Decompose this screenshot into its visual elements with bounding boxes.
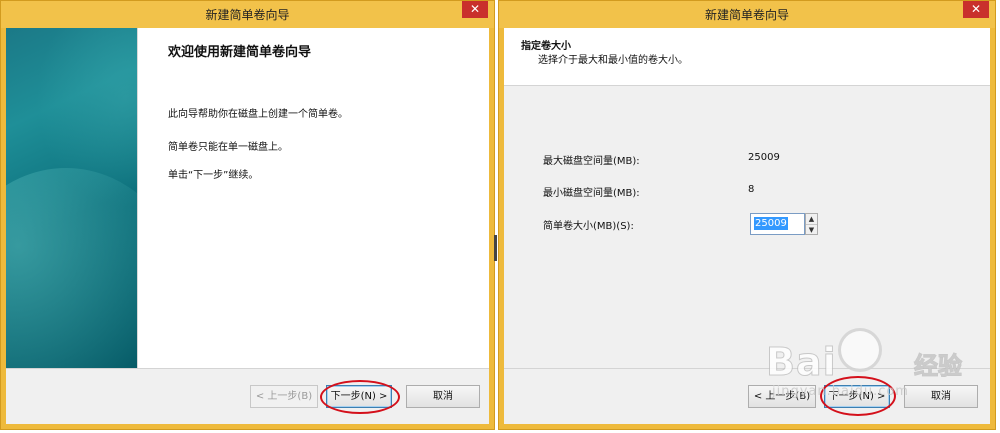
splitter-handle — [494, 235, 497, 261]
title-bar[interactable]: 新建简单卷向导 ✕ — [1, 1, 494, 28]
next-button[interactable]: 下一步(N) > — [824, 385, 890, 408]
window-title: 新建简单卷向导 — [205, 8, 290, 22]
single-disk-note: 简单卷只能在单一磁盘上。 — [168, 142, 288, 153]
volume-size-label: 简单卷大小(MB)(S): — [543, 221, 634, 232]
footer-divider — [6, 368, 489, 369]
volume-size-wizard-window: 新建简单卷向导 ✕ 指定卷大小 选择介于最大和最小值的卷大小。 最大磁盘空间量(… — [498, 0, 996, 430]
close-button[interactable]: ✕ — [963, 1, 989, 18]
welcome-pane: 欢迎使用新建简单卷向导 此向导帮助你在磁盘上创建一个简单卷。 简单卷只能在单一磁… — [137, 28, 489, 368]
window-title: 新建简单卷向导 — [704, 8, 789, 22]
max-space-label: 最大磁盘空间量(MB): — [543, 156, 640, 167]
continue-hint: 单击“下一步”继续。 — [168, 170, 259, 181]
cancel-button[interactable]: 取消 — [904, 385, 978, 408]
volume-size-stepper[interactable]: ▲ ▼ — [805, 213, 818, 235]
intro-text: 此向导帮助你在磁盘上创建一个简单卷。 — [168, 109, 348, 120]
wizard-client-area: 欢迎使用新建简单卷向导 此向导帮助你在磁盘上创建一个简单卷。 简单卷只能在单一磁… — [6, 28, 489, 424]
max-space-value: 25009 — [748, 152, 780, 163]
stepper-up-icon[interactable]: ▲ — [806, 214, 817, 224]
welcome-title: 欢迎使用新建简单卷向导 — [168, 45, 312, 60]
min-space-value: 8 — [748, 184, 755, 195]
min-space-label: 最小磁盘空间量(MB): — [543, 188, 640, 199]
wizard-header: 指定卷大小 选择介于最大和最小值的卷大小。 — [504, 28, 990, 86]
volume-size-input[interactable]: 25009 — [750, 213, 805, 235]
wizard-client-area: 指定卷大小 选择介于最大和最小值的卷大小。 最大磁盘空间量(MB): 25009… — [504, 28, 990, 424]
back-button[interactable]: < 上一步(B) — [250, 385, 318, 408]
footer-divider — [504, 368, 990, 369]
screenshot-stage: 新建简单卷向导 ✕ 欢迎使用新建简单卷向导 此向导帮助你在磁盘上创建一个简单卷。… — [0, 0, 1000, 433]
cancel-button[interactable]: 取消 — [406, 385, 480, 408]
page-title: 指定卷大小 — [521, 41, 571, 52]
stepper-down-icon[interactable]: ▼ — [806, 224, 817, 234]
wizard-banner-image — [6, 28, 137, 368]
volume-size-value[interactable]: 25009 — [754, 217, 788, 230]
welcome-wizard-window: 新建简单卷向导 ✕ 欢迎使用新建简单卷向导 此向导帮助你在磁盘上创建一个简单卷。… — [0, 0, 495, 430]
title-bar[interactable]: 新建简单卷向导 ✕ — [499, 1, 995, 28]
page-subtitle: 选择介于最大和最小值的卷大小。 — [538, 55, 688, 66]
next-button[interactable]: 下一步(N) > — [326, 385, 392, 408]
back-button[interactable]: < 上一步(B) — [748, 385, 816, 408]
close-button[interactable]: ✕ — [462, 1, 488, 18]
